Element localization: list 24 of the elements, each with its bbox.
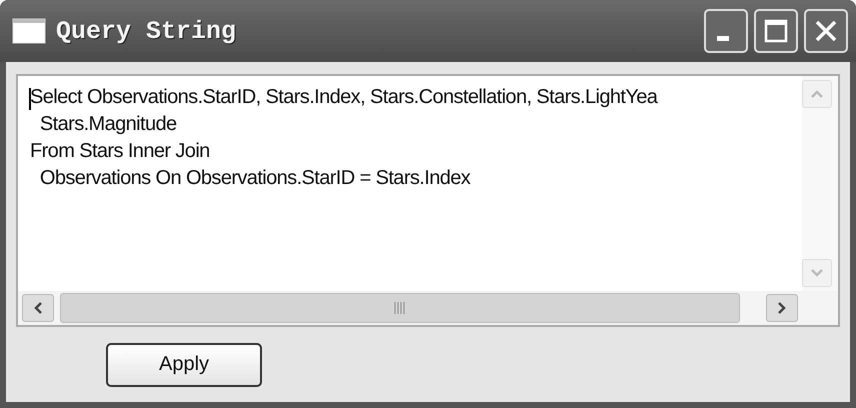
horizontal-scrollbar[interactable]: [18, 291, 838, 325]
scroll-thumb[interactable]: [60, 293, 740, 323]
close-button[interactable]: [804, 9, 848, 53]
query-line: From Stars Inner Join: [30, 139, 211, 164]
minimize-button[interactable]: [704, 9, 748, 53]
query-line: Select Observations.StarID, Stars.Index, Stars.Constellation, Stars.LightYea: [30, 85, 659, 110]
scroll-right-button[interactable]: [766, 294, 798, 322]
apply-button[interactable]: Apply: [106, 342, 262, 386]
text-cursor: [29, 88, 31, 110]
chevron-down-icon: [810, 268, 824, 278]
minimize-icon: [717, 36, 729, 40]
chevron-right-icon: [777, 301, 787, 315]
window-title: Query String: [56, 16, 238, 46]
query-line: Stars.Magnitude: [38, 112, 178, 137]
scroll-left-button[interactable]: [22, 294, 54, 322]
close-icon: [814, 19, 838, 43]
maximize-button[interactable]: [754, 9, 798, 53]
maximize-icon: [764, 19, 788, 43]
query-line: Observations On Observations.StarID = Stars.Index: [38, 166, 472, 191]
chevron-left-icon: [33, 301, 43, 315]
chevron-up-icon: [810, 89, 824, 99]
window-icon: [12, 18, 46, 44]
grip-icon: [394, 302, 406, 314]
query-text-area[interactable]: Select Observations.StarID, Stars.Index, Stars.Constellation, Stars.LightYea Stars.Magnitude From Stars Inner Join Observations On Observations.StarID = Stars.Index: [16, 74, 840, 327]
